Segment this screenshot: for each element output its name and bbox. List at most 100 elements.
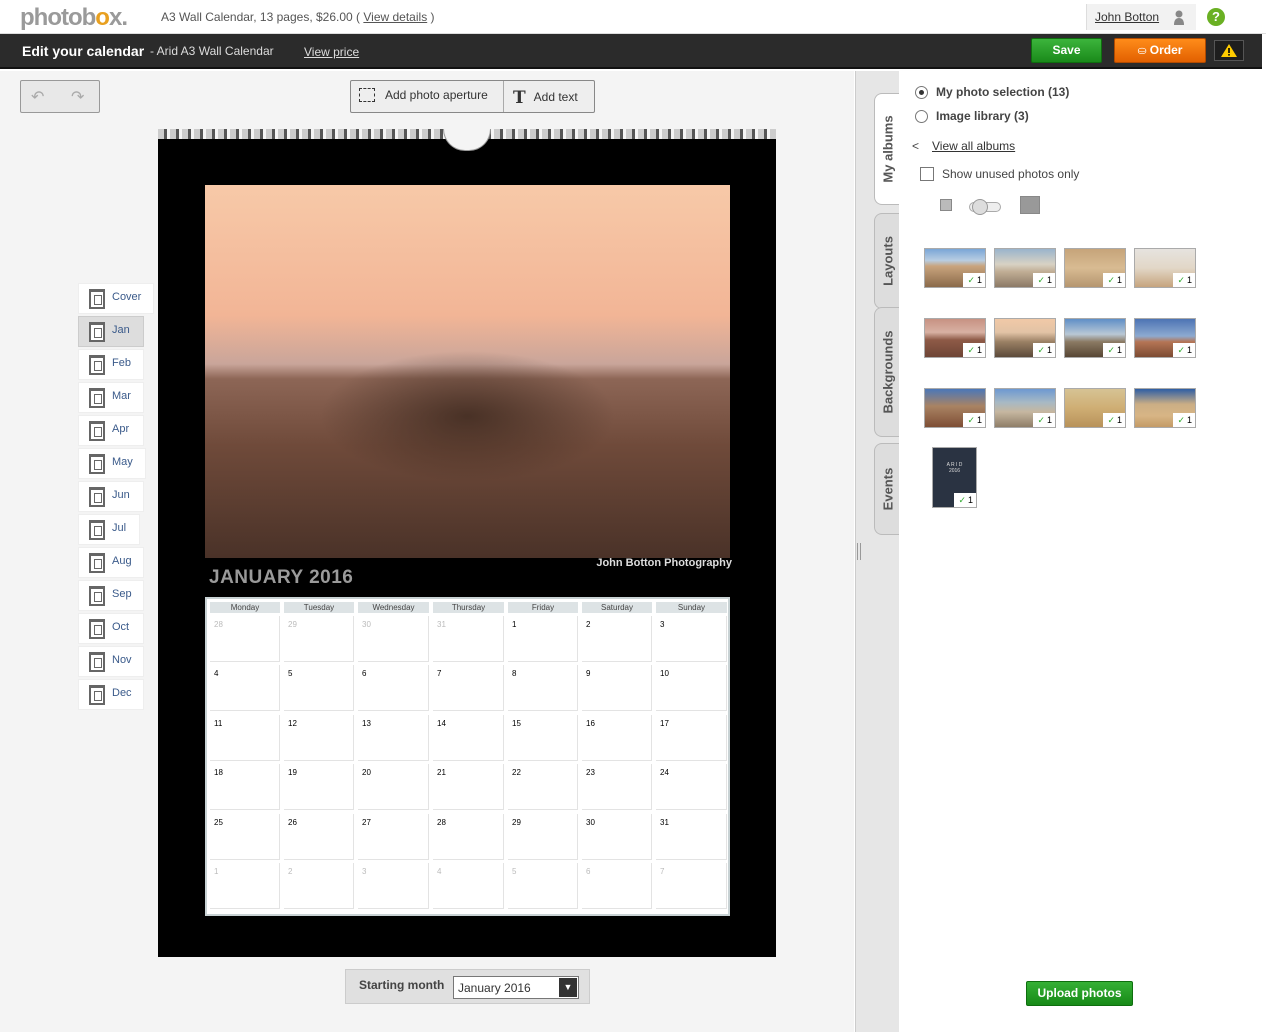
day-cell[interactable]: 21 [433, 764, 504, 810]
day-cell[interactable]: 29 [284, 616, 354, 662]
page-item-nov[interactable]: Nov [78, 646, 144, 677]
tab-events[interactable]: Events [874, 443, 900, 535]
tab-backgrounds[interactable]: Backgrounds [874, 307, 900, 437]
photo-thumbnail[interactable]: ✓ 1 [1064, 318, 1126, 358]
page-item-sep[interactable]: Sep [78, 580, 144, 611]
page-item-jun[interactable]: Jun [78, 481, 144, 512]
zoom-out-icon[interactable] [940, 199, 952, 211]
day-cell[interactable]: 3 [358, 863, 429, 909]
tab-layouts[interactable]: Layouts [874, 213, 900, 309]
day-cell[interactable]: 2 [284, 863, 354, 909]
image-library-label[interactable]: Image library (3) [936, 109, 1029, 123]
page-item-aug[interactable]: Aug [78, 547, 144, 578]
day-cell[interactable]: 28 [210, 616, 280, 662]
view-details-link[interactable]: View details [363, 10, 427, 24]
day-cell[interactable]: 10 [656, 665, 727, 711]
user-menu[interactable]: John Botton [1086, 4, 1196, 30]
unused-photos-checkbox[interactable] [920, 167, 934, 181]
page-item-cover[interactable]: Cover [78, 283, 154, 314]
day-cell[interactable]: 28 [433, 814, 504, 860]
help-icon[interactable]: ? [1207, 8, 1225, 26]
resize-grip[interactable] [857, 543, 861, 560]
cover-thumbnail[interactable]: A R I D 2016 ✓ 1 [932, 447, 977, 508]
day-cell[interactable]: 12 [284, 715, 354, 761]
day-cell[interactable]: 15 [508, 715, 578, 761]
view-price-link[interactable]: View price [304, 45, 359, 59]
day-cell[interactable]: 31 [656, 814, 727, 860]
undo-icon[interactable]: ↶ [31, 87, 44, 107]
day-cell[interactable]: 30 [358, 616, 429, 662]
day-cell[interactable]: 19 [284, 764, 354, 810]
photo-thumbnail[interactable]: ✓ 1 [924, 318, 986, 358]
day-cell[interactable]: 16 [582, 715, 652, 761]
day-cell[interactable]: 7 [433, 665, 504, 711]
day-cell[interactable]: 5 [508, 863, 578, 909]
day-cell[interactable]: 9 [582, 665, 652, 711]
order-button[interactable]: ⛀ Order [1114, 38, 1206, 63]
photo-thumbnail[interactable]: ✓ 1 [994, 388, 1056, 428]
redo-icon[interactable]: ↷ [71, 87, 84, 107]
user-name[interactable]: John Botton [1095, 10, 1159, 24]
day-cell[interactable]: 17 [656, 715, 727, 761]
day-cell[interactable]: 25 [210, 814, 280, 860]
photo-thumbnail[interactable]: ✓ 1 [1064, 248, 1126, 288]
photo-thumbnail[interactable]: ✓ 1 [994, 318, 1056, 358]
calendar-photo[interactable] [205, 185, 730, 558]
page-item-may[interactable]: May [78, 448, 146, 479]
photo-thumbnail[interactable]: ✓ 1 [1134, 388, 1196, 428]
page-item-apr[interactable]: Apr [78, 415, 144, 446]
page-item-jul[interactable]: Jul [78, 514, 140, 545]
save-button[interactable]: Save [1031, 38, 1102, 63]
photo-thumbnail[interactable]: ✓ 1 [1064, 388, 1126, 428]
day-cell[interactable]: 20 [358, 764, 429, 810]
day-cell[interactable]: 7 [656, 863, 727, 909]
my-photo-selection-label[interactable]: My photo selection (13) [936, 85, 1069, 99]
warning-button[interactable] [1214, 40, 1244, 61]
day-cell[interactable]: 4 [210, 665, 280, 711]
upload-photos-button[interactable]: Upload photos [1026, 981, 1133, 1006]
photo-credit[interactable]: John Botton Photography [560, 557, 732, 569]
day-cell[interactable]: 6 [358, 665, 429, 711]
my-photo-selection-radio[interactable] [915, 86, 928, 99]
day-cell[interactable]: 24 [656, 764, 727, 810]
day-cell[interactable]: 14 [433, 715, 504, 761]
day-cell[interactable]: 6 [582, 863, 652, 909]
day-cell[interactable]: 29 [508, 814, 578, 860]
day-cell[interactable]: 30 [582, 814, 652, 860]
tab-my-albums[interactable]: My albums [874, 93, 900, 205]
view-all-albums-link[interactable]: View all albums [932, 139, 1015, 153]
back-chevron-icon[interactable]: < [912, 139, 919, 153]
slider-knob[interactable] [972, 199, 988, 215]
image-library-radio[interactable] [915, 110, 928, 123]
day-cell[interactable]: 2 [582, 616, 652, 662]
day-cell[interactable]: 22 [508, 764, 578, 810]
starting-month-select[interactable]: January 2016 ▼ [453, 976, 579, 999]
page-item-feb[interactable]: Feb [78, 349, 144, 380]
day-cell[interactable]: 27 [358, 814, 429, 860]
photo-thumbnail[interactable]: ✓ 1 [924, 248, 986, 288]
add-text-button[interactable]: T Add text [513, 88, 578, 108]
day-cell[interactable]: 5 [284, 665, 354, 711]
photo-thumbnail[interactable]: ✓ 1 [1134, 248, 1196, 288]
photo-thumbnail[interactable]: ✓ 1 [1134, 318, 1196, 358]
day-cell[interactable]: 23 [582, 764, 652, 810]
page-item-oct[interactable]: Oct [78, 613, 144, 644]
day-cell[interactable]: 8 [508, 665, 578, 711]
page-item-jan[interactable]: Jan [78, 316, 144, 347]
photobox-logo[interactable]: photobox. [20, 4, 128, 32]
day-cell[interactable]: 3 [656, 616, 727, 662]
day-cell[interactable]: 18 [210, 764, 280, 810]
day-cell[interactable]: 26 [284, 814, 354, 860]
page-item-dec[interactable]: Dec [78, 679, 144, 710]
day-cell[interactable]: 1 [508, 616, 578, 662]
day-cell[interactable]: 11 [210, 715, 280, 761]
day-cell[interactable]: 31 [433, 616, 504, 662]
photo-thumbnail[interactable]: ✓ 1 [924, 388, 986, 428]
zoom-in-icon[interactable] [1020, 196, 1040, 214]
dropdown-arrow-icon[interactable]: ▼ [559, 978, 577, 997]
page-item-mar[interactable]: Mar [78, 382, 144, 413]
add-photo-aperture-button[interactable]: Add photo aperture [359, 88, 488, 102]
day-cell[interactable]: 1 [210, 863, 280, 909]
day-cell[interactable]: 13 [358, 715, 429, 761]
day-cell[interactable]: 4 [433, 863, 504, 909]
